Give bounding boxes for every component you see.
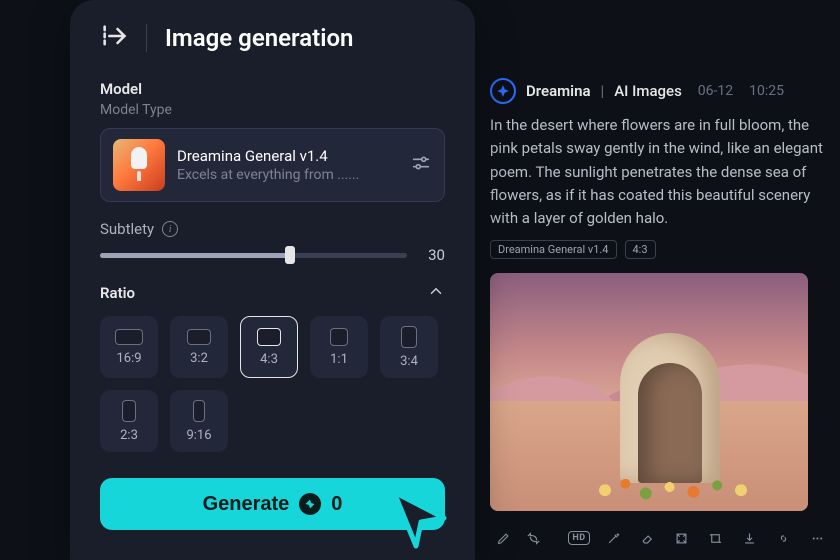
wand-icon[interactable] [600, 525, 626, 551]
subtlety-label: Subtlety [100, 220, 154, 238]
eraser-icon[interactable] [634, 525, 660, 551]
generated-image[interactable] [490, 273, 808, 511]
result-time: 10:25 [749, 83, 784, 99]
ratio-label: Ratio [100, 284, 135, 302]
credit-icon [299, 493, 321, 515]
model-section-label: Model [100, 80, 445, 98]
ratio-tile-2-3[interactable]: 2:3 [100, 390, 158, 452]
ratio-tile-4-3[interactable]: 4:3 [240, 316, 298, 378]
result-toolbar: HD [490, 525, 830, 551]
subtlety-slider[interactable] [100, 253, 407, 258]
ratio-shape [193, 400, 205, 422]
ratio-shape [187, 329, 211, 345]
ratio-label: 9:16 [186, 428, 211, 443]
ratio-tile-16-9[interactable]: 16:9 [100, 316, 158, 378]
ratio-shape [115, 329, 143, 345]
ratio-tile-3-2[interactable]: 3:2 [170, 316, 228, 378]
ratio-shape [330, 328, 348, 346]
subtlety-slider-row: 30 [100, 246, 445, 264]
hd-badge[interactable]: HD [566, 525, 592, 551]
expand-icon[interactable] [668, 525, 694, 551]
tag-model: Dreamina General v1.4 [490, 240, 617, 259]
subtlety-label-row: Subtlety i [100, 220, 445, 238]
panel-title: Image generation [165, 24, 353, 52]
slider-thumb[interactable] [285, 246, 295, 264]
cursor-icon [384, 484, 456, 560]
chevron-up-icon[interactable] [427, 282, 445, 304]
ratio-shape [122, 400, 136, 422]
result-section: AI Images [614, 82, 682, 100]
model-thumbnail [113, 139, 165, 191]
ratio-label: 4:3 [260, 352, 278, 367]
credit-count: 0 [331, 493, 342, 516]
generate-label: Generate [203, 493, 290, 516]
result-date: 06-12 [698, 83, 733, 99]
ratio-shape [401, 326, 417, 348]
brand-separator: | [601, 82, 605, 100]
tag-row: Dreamina General v1.4 4:3 [490, 240, 830, 259]
ratio-label: 3:2 [190, 351, 208, 366]
crop-icon[interactable] [702, 525, 728, 551]
panel-header: Image generation [100, 22, 445, 54]
prompt-text: In the desert where flowers are in full … [490, 114, 830, 230]
ratio-shape [257, 328, 281, 346]
ratio-label: 1:1 [330, 352, 348, 367]
ratio-label: 3:4 [400, 354, 418, 369]
edit-icon[interactable] [490, 525, 516, 551]
result-header: Dreamina | AI Images 06-12 10:25 [490, 78, 830, 104]
tag-ratio: 4:3 [625, 240, 656, 259]
model-selector[interactable]: Dreamina General v1.4 Excels at everythi… [100, 128, 445, 202]
model-settings-icon[interactable] [410, 152, 432, 178]
link-icon[interactable] [770, 525, 796, 551]
generation-panel: Image generation Model Model Type Dreami… [70, 0, 475, 560]
ratio-label: 2:3 [120, 428, 138, 443]
info-icon[interactable]: i [162, 221, 178, 237]
ratio-tile-3-4[interactable]: 3:4 [380, 316, 438, 378]
ratio-tile-1-1[interactable]: 1:1 [310, 316, 368, 378]
brand-name: Dreamina [526, 82, 591, 100]
download-icon[interactable] [736, 525, 762, 551]
more-icon[interactable] [804, 525, 830, 551]
regenerate-icon[interactable] [520, 525, 546, 551]
ratio-tile-9-16[interactable]: 9:16 [170, 390, 228, 452]
collapse-icon[interactable] [100, 22, 128, 54]
ratio-grid: 16:9 3:2 4:3 1:1 3:4 2:3 9:16 [100, 316, 445, 452]
ratio-label: 16:9 [116, 351, 141, 366]
model-name: Dreamina General v1.4 [177, 147, 398, 165]
divider [146, 24, 147, 52]
model-type-label: Model Type [100, 102, 445, 118]
result-card: Dreamina | AI Images 06-12 10:25 In the … [490, 78, 830, 551]
subtlety-value: 30 [421, 246, 445, 264]
brand-icon [490, 78, 516, 104]
model-description: Excels at everything from ...... [177, 167, 398, 183]
